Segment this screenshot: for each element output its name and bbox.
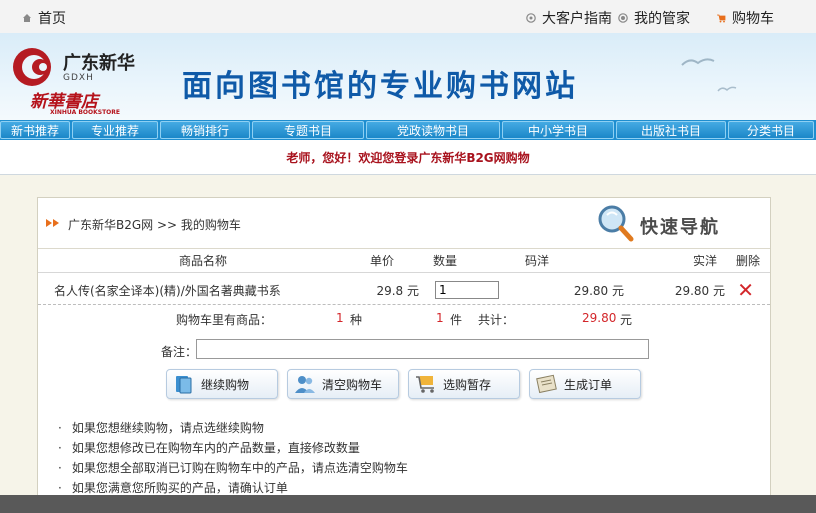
summary-kinds-count: 1 xyxy=(336,311,344,325)
nav-professional[interactable]: 专业推荐 xyxy=(72,121,158,139)
footer-bar xyxy=(0,495,816,513)
nav-new-books[interactable]: 新书推荐 xyxy=(0,121,70,139)
order-document-icon xyxy=(536,374,557,394)
quick-nav-label: 快速导航 xyxy=(640,217,720,238)
col-name: 商品名称 xyxy=(38,248,369,273)
cart-table-header: 商品名称 单价 数量 码洋 实洋 删除 xyxy=(38,248,770,273)
item-unit-price: 29.8 元 xyxy=(376,283,419,298)
item-name[interactable]: 名人传(名家全译本)(精)/外国名著典藏书系 xyxy=(38,273,369,308)
logo-english: XINHUA BOOKSTORE xyxy=(50,109,120,116)
breadcrumb[interactable]: 广东新华B2G网 >> 我的购物车 xyxy=(68,216,241,233)
save-selection-button[interactable]: 选购暂存 xyxy=(408,369,520,399)
double-arrow-icon xyxy=(46,219,59,227)
cart-panel: 广东新华B2G网 >> 我的购物车 快速导航 商品名称 单价 数量 码洋 实洋 xyxy=(37,197,771,497)
col-quantity: 数量 xyxy=(423,248,524,273)
logo-name: 广东新华 xyxy=(63,53,135,74)
create-order-button[interactable]: 生成订单 xyxy=(529,369,641,399)
cart-table: 商品名称 单价 数量 码洋 实洋 删除 名人传(名家全译本)(精)/外国名著典藏… xyxy=(38,248,770,307)
summary-items-count: 1 xyxy=(436,311,444,325)
summary-items-unit: 件 xyxy=(450,313,463,327)
seagull-icon xyxy=(681,58,715,66)
clear-cart-label: 清空购物车 xyxy=(322,377,383,392)
nav-bestsellers[interactable]: 畅销排行 xyxy=(160,121,250,139)
note-input[interactable] xyxy=(196,339,649,359)
site-logo[interactable]: 广东新华 GDXH 新華書店 XINHUA BOOKSTORE xyxy=(8,39,140,117)
summary-kinds-unit: 种 xyxy=(350,313,363,327)
home-label: 首页 xyxy=(38,11,66,27)
item-actual-price: 29.80 元 xyxy=(674,283,725,298)
continue-shopping-label: 继续购物 xyxy=(201,377,250,392)
summary-total-label: 共计： xyxy=(478,313,515,327)
col-actual-price: 实洋 xyxy=(636,248,729,273)
logo-mark-icon xyxy=(13,48,51,86)
summary-total-value: 29.80 xyxy=(582,311,617,325)
delete-icon[interactable]: ✕ xyxy=(737,278,754,302)
list-item: 如果您想继续购物，请点选继续购物 xyxy=(58,418,408,438)
steward-icon xyxy=(618,13,628,23)
list-item: 如果您想全部取消已订购在购物车中的产品，请点选清空购物车 xyxy=(58,458,408,478)
quantity-input[interactable] xyxy=(435,281,499,299)
summary-total-unit: 元 xyxy=(620,313,633,327)
create-order-label: 生成订单 xyxy=(564,377,613,392)
quick-nav-button[interactable]: 快速导航 xyxy=(596,203,726,243)
nav-publishers[interactable]: 出版社书目 xyxy=(616,121,726,139)
logo-sub: GDXH xyxy=(63,73,94,83)
dashed-divider xyxy=(38,304,770,305)
table-row: 名人传(名家全译本)(精)/外国名著典藏书系 29.8 元 29.80 元 29… xyxy=(38,273,770,308)
cart-summary: 购物车里有商品： 1 种 1 件 共计： 29.80 元 xyxy=(38,311,770,331)
site-slogan: 面向图书馆的专业购书网站 xyxy=(182,69,578,104)
summary-label: 购物车里有商品： xyxy=(176,313,273,327)
top-bar: 首页 大客户指南 我的管家 购物车 xyxy=(0,0,816,33)
cart-link[interactable]: 购物车 xyxy=(732,8,774,28)
main-area: 广东新华B2G网 >> 我的购物车 快速导航 商品名称 单价 数量 码洋 实洋 xyxy=(0,175,816,497)
my-steward-link[interactable]: 我的管家 xyxy=(634,8,690,28)
magnifier-icon xyxy=(598,205,634,242)
users-icon xyxy=(295,376,315,393)
item-list-price: 29.80 元 xyxy=(573,283,624,298)
home-icon xyxy=(23,14,31,22)
col-unit-price: 单价 xyxy=(369,248,423,273)
nav-categories[interactable]: 分类书目 xyxy=(728,121,814,139)
cart-header: 广东新华B2G网 >> 我的购物车 快速导航 xyxy=(38,198,770,249)
seagull-small-icon xyxy=(717,86,737,92)
cart-icon xyxy=(717,14,726,23)
home-link[interactable]: 首页 xyxy=(22,8,66,28)
vip-guide-link[interactable]: 大客户指南 xyxy=(542,8,612,28)
help-tips: 如果您想继续购物，请点选继续购物 如果您想修改已在购物车内的产品数量，直接修改数… xyxy=(58,418,408,498)
header-banner: 广东新华 GDXH 新華書店 XINHUA BOOKSTORE 面向图书馆的专业… xyxy=(0,33,816,120)
nav-topics[interactable]: 专题书目 xyxy=(252,121,364,139)
continue-shopping-button[interactable]: 继续购物 xyxy=(166,369,278,399)
main-nav: 新书推荐 专业推荐 畅销排行 专题书目 党政读物书目 中小学书目 出版社书目 分… xyxy=(0,120,816,140)
welcome-message: 老师，您好！欢迎您登录广东新华B2G网购物 xyxy=(0,140,816,176)
note-label: 备注： xyxy=(161,345,198,359)
col-list-price: 码洋 xyxy=(524,248,636,273)
book-icon xyxy=(176,376,192,394)
list-item: 如果您想修改已在购物车内的产品数量，直接修改数量 xyxy=(58,438,408,458)
nav-school-books[interactable]: 中小学书目 xyxy=(502,121,614,139)
save-selection-label: 选购暂存 xyxy=(443,377,492,392)
compass-icon xyxy=(526,13,536,23)
col-delete: 删除 xyxy=(729,248,770,273)
clear-cart-button[interactable]: 清空购物车 xyxy=(287,369,399,399)
nav-party-reading[interactable]: 党政读物书目 xyxy=(366,121,500,139)
shopping-cart-icon xyxy=(416,376,434,393)
